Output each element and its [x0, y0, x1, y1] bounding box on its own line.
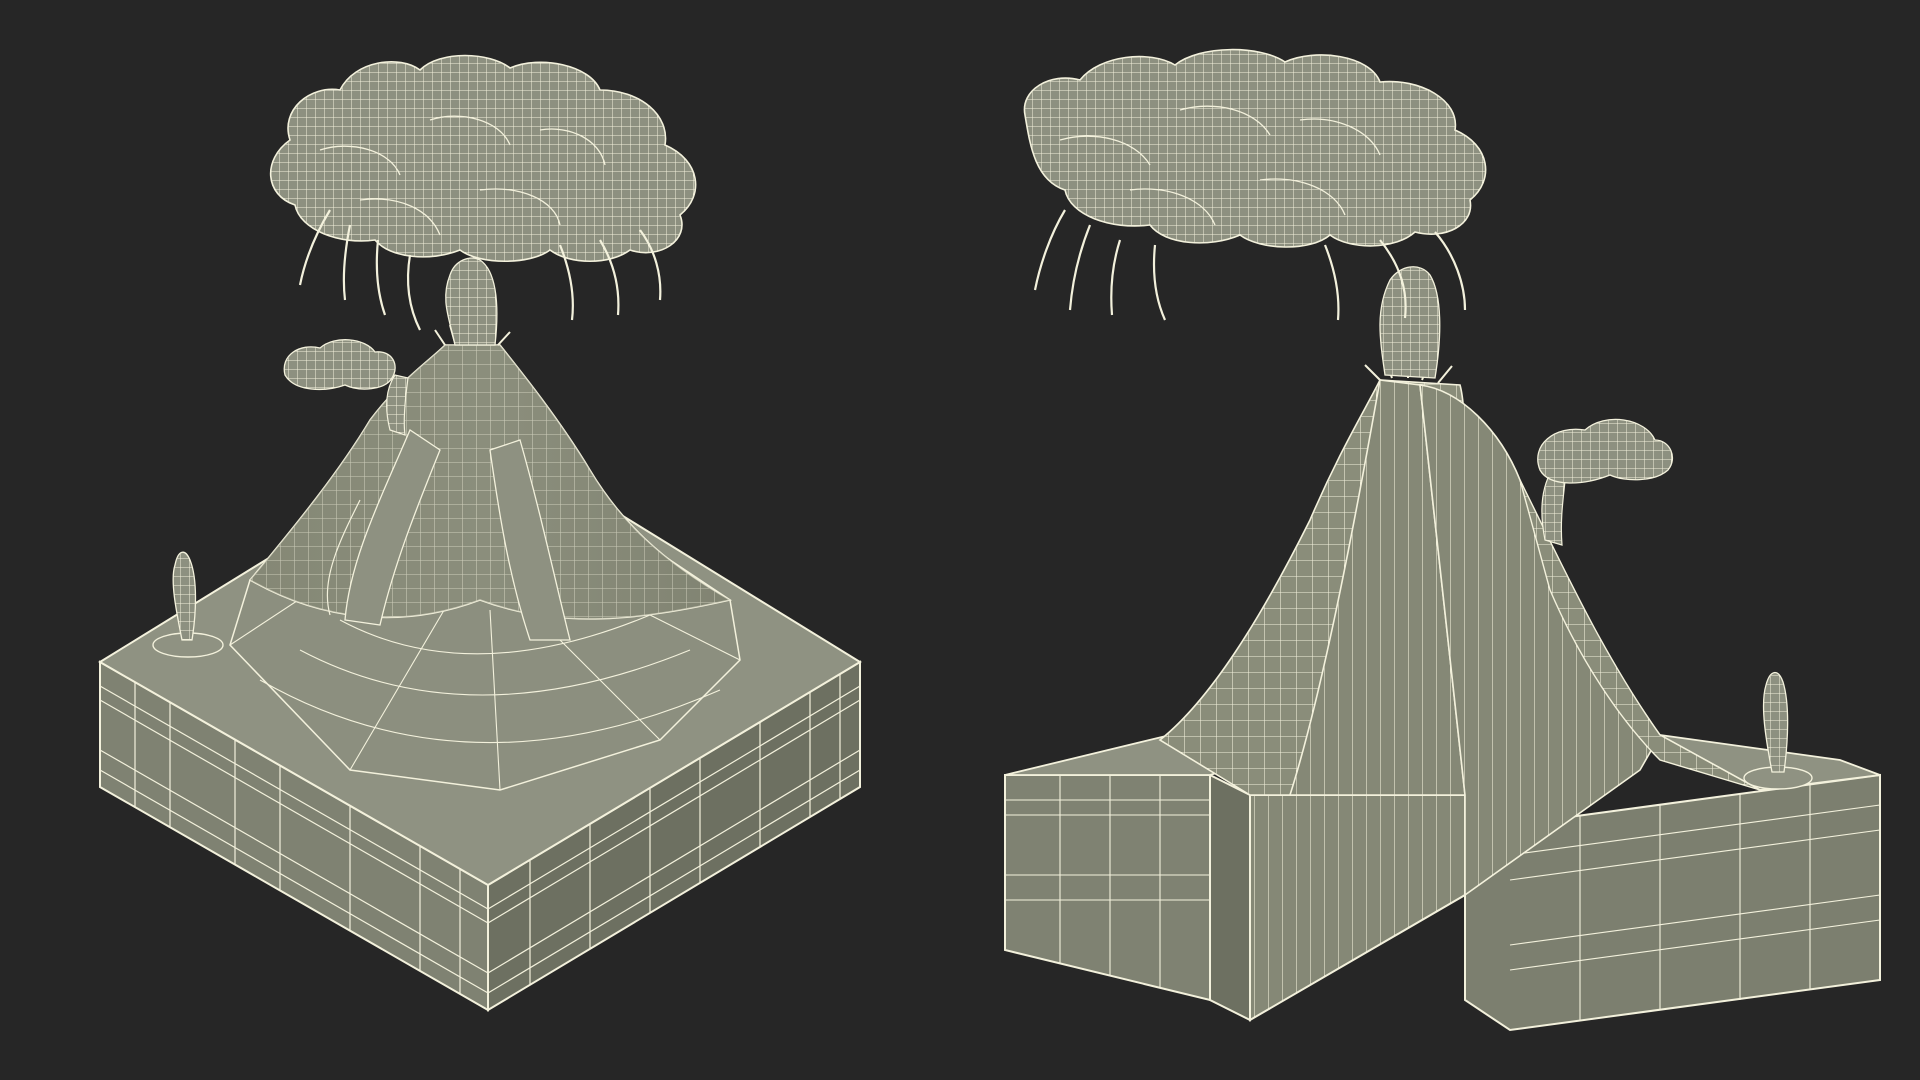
ash-cloud-right: [1023, 48, 1487, 248]
ash-cloud-left: [269, 54, 697, 263]
volcano-model-view-left: [0, 0, 960, 1080]
volcano-wireframe-right: [1004, 48, 1881, 1032]
side-vent-plume-right: [1537, 418, 1673, 546]
volcano-wireframe-left: [98, 54, 862, 1012]
render-canvas: [0, 0, 1920, 1080]
volcano-model-view-right: [960, 0, 1920, 1080]
eruption-column-right: [1379, 266, 1441, 379]
side-vent-plume-left: [283, 339, 409, 436]
geyser-right: [1743, 671, 1813, 790]
eruption-column-left: [445, 257, 498, 346]
